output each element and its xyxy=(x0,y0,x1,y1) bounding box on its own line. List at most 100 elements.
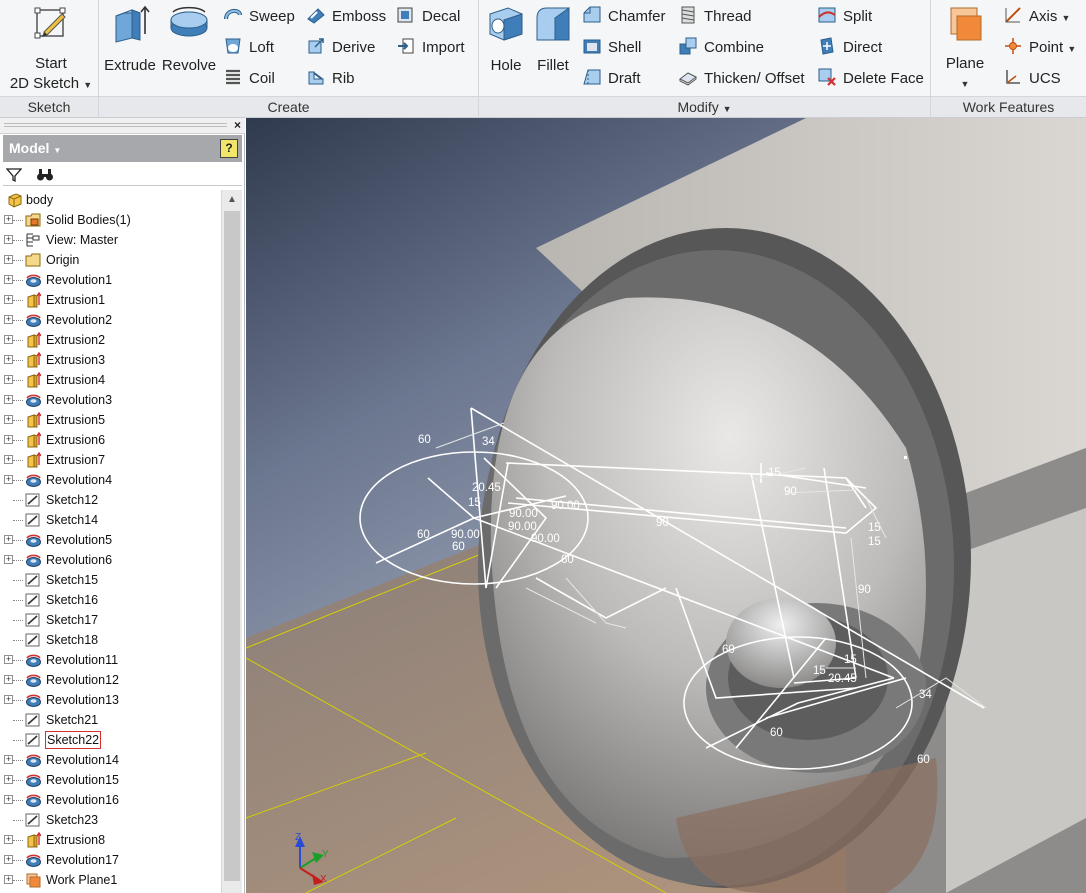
extrude-button[interactable]: Extrude xyxy=(104,2,156,76)
close-icon[interactable]: × xyxy=(234,118,241,133)
model-canvas[interactable]: 60 34 15 20.45 90.00 90.00 60 90.00 60 9… xyxy=(246,118,1086,893)
tree-item[interactable]: + Revolution5 xyxy=(3,530,221,550)
tree-item[interactable]: + Extrusion2 xyxy=(3,330,221,350)
fillet-button[interactable]: Fillet xyxy=(532,2,574,76)
tree-item[interactable]: + Work Plane1 xyxy=(3,870,221,890)
tree-item[interactable]: + Extrusion1 xyxy=(3,290,221,310)
ucs-button[interactable]: UCS xyxy=(1003,67,1061,91)
expand-icon[interactable]: + xyxy=(4,555,13,564)
tree-item[interactable]: Sketch16 xyxy=(3,590,221,610)
tree-item[interactable]: + Revolution14 xyxy=(3,750,221,770)
tree-item[interactable]: + Solid Bodies(1) xyxy=(3,210,221,230)
tree-item[interactable]: + Revolution1 xyxy=(3,270,221,290)
tree-item[interactable]: + Revolution2 xyxy=(3,310,221,330)
tree-item[interactable]: + Extrusion5 xyxy=(3,410,221,430)
tree-item[interactable]: + Revolution11 xyxy=(3,650,221,670)
browser-title-strip[interactable]: × xyxy=(0,118,245,134)
coil-button[interactable]: Coil xyxy=(223,67,275,91)
tree-item[interactable]: + Revolution13 xyxy=(3,690,221,710)
find-icon[interactable] xyxy=(36,167,54,183)
decal-button[interactable]: Decal xyxy=(396,5,460,29)
scroll-up-icon[interactable]: ▲ xyxy=(222,190,242,210)
chevron-down-icon[interactable]: ▼ xyxy=(1067,44,1076,54)
tree-item[interactable]: + Revolution6 xyxy=(3,550,221,570)
expand-icon[interactable]: + xyxy=(4,395,13,404)
tree-item[interactable]: + Revolution17 xyxy=(3,850,221,870)
tree-item[interactable]: + Revolution15 xyxy=(3,770,221,790)
chevron-down-icon[interactable]: ▼ xyxy=(1062,13,1071,23)
emboss-button[interactable]: Emboss xyxy=(306,5,386,29)
hole-button[interactable]: Hole xyxy=(485,2,527,76)
expand-icon[interactable]: + xyxy=(4,375,13,384)
tree-item[interactable]: + Origin xyxy=(3,250,221,270)
expand-icon[interactable]: + xyxy=(4,415,13,424)
tree-item[interactable]: + Revolution3 xyxy=(3,390,221,410)
chevron-down-icon[interactable]: ▼ xyxy=(939,74,991,94)
derive-button[interactable]: Derive xyxy=(306,36,375,60)
expand-icon[interactable]: + xyxy=(4,475,13,484)
tree-item[interactable]: body xyxy=(3,190,221,210)
tree-item[interactable]: Sketch12 xyxy=(3,490,221,510)
expand-icon[interactable]: + xyxy=(4,315,13,324)
rib-button[interactable]: Rib xyxy=(306,67,355,91)
tree-item[interactable]: Sketch23 xyxy=(3,810,221,830)
chevron-down-icon[interactable]: ▼ xyxy=(83,80,92,90)
expand-icon[interactable]: + xyxy=(4,355,13,364)
help-icon[interactable]: ? xyxy=(220,139,238,158)
combine-button[interactable]: Combine xyxy=(678,36,764,60)
expand-icon[interactable]: + xyxy=(4,655,13,664)
expand-icon[interactable]: + xyxy=(4,275,13,284)
expand-icon[interactable]: + xyxy=(4,215,13,224)
chamfer-button[interactable]: Chamfer xyxy=(582,5,666,29)
expand-icon[interactable]: + xyxy=(4,875,13,884)
tree-item[interactable]: + Extrusion7 xyxy=(3,450,221,470)
tree-item[interactable]: + Extrusion3 xyxy=(3,350,221,370)
expand-icon[interactable]: + xyxy=(4,775,13,784)
tree-item[interactable]: + Revolution16 xyxy=(3,790,221,810)
plane-button[interactable]: Plane ▼ xyxy=(939,2,991,94)
tree-item[interactable]: + Extrusion4 xyxy=(3,370,221,390)
split-button[interactable]: Split xyxy=(817,5,872,29)
thicken-offset-button[interactable]: Thicken/ Offset xyxy=(678,67,805,91)
expand-icon[interactable]: + xyxy=(4,675,13,684)
tree-item[interactable]: Sketch15 xyxy=(3,570,221,590)
expand-icon[interactable]: + xyxy=(4,855,13,864)
expand-icon[interactable]: + xyxy=(4,295,13,304)
tree-item[interactable]: Sketch21 xyxy=(3,710,221,730)
expand-icon[interactable]: + xyxy=(4,435,13,444)
revolve-button[interactable]: Revolve xyxy=(161,2,217,76)
graphics-viewport[interactable]: 60 34 15 20.45 90.00 90.00 60 90.00 60 9… xyxy=(246,118,1086,893)
point-button[interactable]: Point ▼ xyxy=(1003,36,1076,60)
browser-header[interactable]: Model ▼ ? xyxy=(3,135,242,162)
tree-item[interactable]: + Extrusion8 xyxy=(3,830,221,850)
tree-item[interactable]: Sketch18 xyxy=(3,630,221,650)
sweep-button[interactable]: Sweep xyxy=(223,5,295,29)
expand-icon[interactable]: + xyxy=(4,695,13,704)
direct-button[interactable]: Direct xyxy=(817,36,882,60)
expand-icon[interactable]: + xyxy=(4,335,13,344)
expand-icon[interactable]: + xyxy=(4,795,13,804)
tree-item[interactable]: Sketch14 xyxy=(3,510,221,530)
expand-icon[interactable]: + xyxy=(4,255,13,264)
tree-item[interactable]: Sketch17 xyxy=(3,610,221,630)
start-2d-sketch-button[interactable]: Start 2D Sketch ▼ xyxy=(8,2,94,95)
shell-button[interactable]: Shell xyxy=(582,36,641,60)
axis-button[interactable]: Axis ▼ xyxy=(1003,5,1070,29)
expand-icon[interactable]: + xyxy=(4,235,13,244)
tree-item[interactable]: + Revolution4 xyxy=(3,470,221,490)
tree-item[interactable]: Sketch22 xyxy=(3,730,221,750)
expand-icon[interactable]: + xyxy=(4,455,13,464)
modify-panel-title[interactable]: Modify ▼ xyxy=(479,96,930,117)
delete-face-button[interactable]: Delete Face xyxy=(817,67,924,91)
filter-icon[interactable] xyxy=(6,167,22,183)
expand-icon[interactable]: + xyxy=(4,535,13,544)
loft-button[interactable]: Loft xyxy=(223,36,274,60)
tree-item[interactable]: + Revolution12 xyxy=(3,670,221,690)
tree-item[interactable]: + Extrusion6 xyxy=(3,430,221,450)
tree-scrollbar[interactable]: ▲ xyxy=(221,190,242,893)
draft-button[interactable]: Draft xyxy=(582,67,641,91)
thread-button[interactable]: Thread xyxy=(678,5,752,29)
scrollbar-thumb[interactable] xyxy=(224,211,240,881)
expand-icon[interactable]: + xyxy=(4,755,13,764)
expand-icon[interactable]: + xyxy=(4,835,13,844)
